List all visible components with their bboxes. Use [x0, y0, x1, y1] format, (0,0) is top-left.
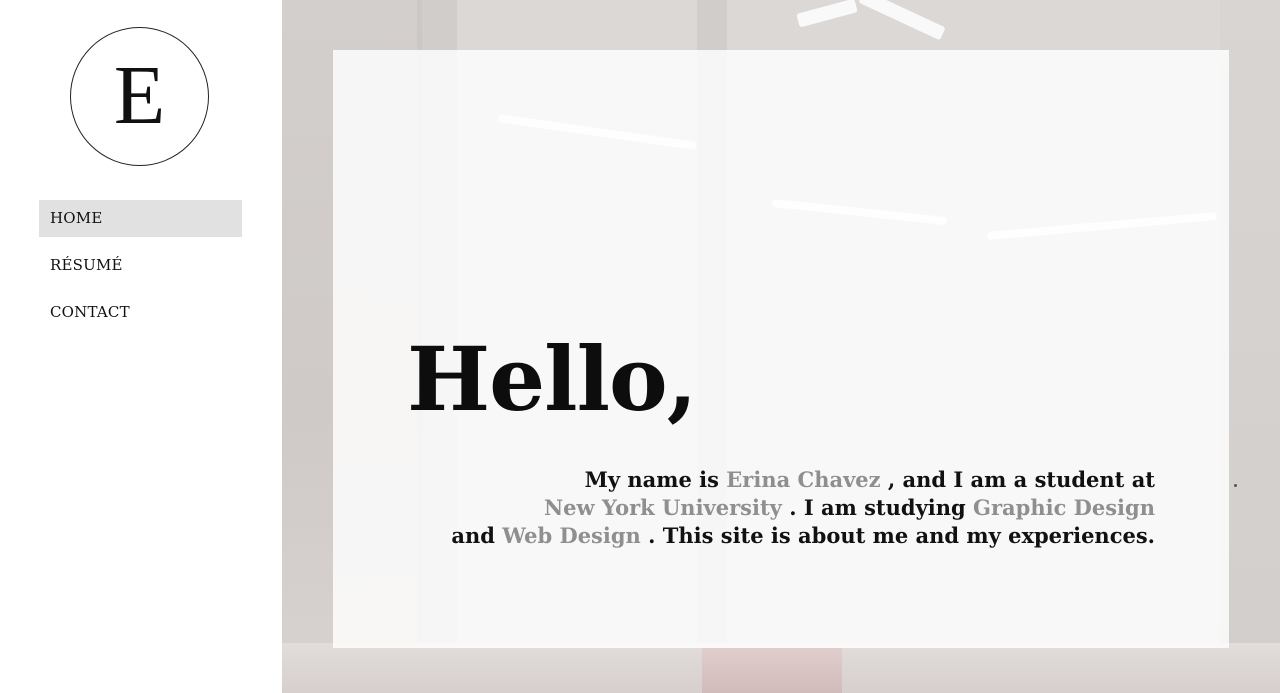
nav-item-resume[interactable]: RÉSUMÉ [39, 247, 242, 284]
intro-text-part: , and I am a student at [887, 467, 1155, 492]
sidebar: E HOME RÉSUMÉ CONTACT [0, 0, 282, 693]
logo[interactable]: E [70, 27, 209, 166]
intro-panel: Hello, My name is Erina Chavez , and I a… [333, 50, 1229, 648]
background-light [858, 0, 946, 41]
nav-item-home[interactable]: HOME [39, 200, 242, 237]
intro-text-part: . I am studying [789, 495, 966, 520]
hero-background: Hello, My name is Erina Chavez , and I a… [282, 0, 1280, 693]
intro-text-part: and [451, 523, 495, 548]
main-nav: HOME RÉSUMÉ CONTACT [39, 200, 242, 341]
intro-text-part: . This site is about me and my experienc… [648, 523, 1155, 548]
stray-dot [1234, 484, 1237, 487]
major-link-graphic-design[interactable]: Graphic Design [973, 495, 1155, 520]
major-link-web-design[interactable]: Web Design [502, 523, 641, 548]
background-floor-accent [702, 648, 842, 693]
hero-heading: Hello, [407, 327, 697, 431]
logo-letter: E [113, 48, 166, 142]
background-light [796, 0, 858, 28]
school-link[interactable]: New York University [544, 495, 782, 520]
intro-text-part: My name is [584, 467, 719, 492]
background-wall-right [1220, 0, 1280, 693]
name-link[interactable]: Erina Chavez [726, 467, 880, 492]
intro-text: My name is Erina Chavez , and I am a stu… [433, 466, 1155, 550]
nav-item-contact[interactable]: CONTACT [39, 294, 242, 331]
